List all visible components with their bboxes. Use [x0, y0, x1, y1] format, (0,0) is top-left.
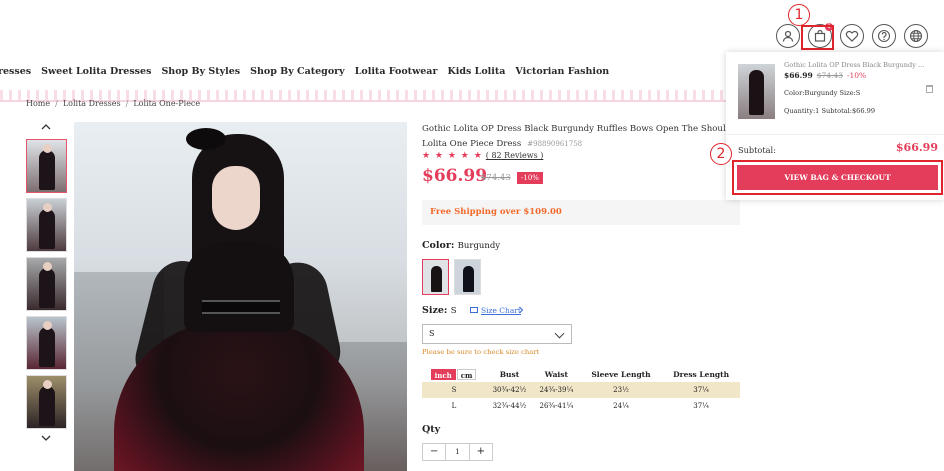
color-swatch-black[interactable] — [454, 259, 481, 295]
cell-length: 37¼ — [693, 402, 709, 410]
cart-item-price: $66.99 $74.43 -10% — [784, 71, 866, 80]
table-row: L 32¾-44½ 26¾-41¼ 24¼ 37¼ — [422, 398, 740, 414]
quantity-stepper: − 1 + — [422, 443, 493, 461]
thumbnail-3[interactable] — [26, 257, 67, 311]
cell-waist: 26¾-41¼ — [539, 402, 574, 410]
product-old-price: $74.43 — [481, 173, 511, 183]
table-row: S 30¾-42½ 24¾-39¼ 23½ 37¼ — [422, 382, 740, 398]
breadcrumb-home[interactable]: Home — [26, 99, 50, 108]
cart-item-old-price: $74.43 — [816, 71, 843, 80]
cell-size: L — [451, 402, 457, 410]
col-bust: Bust — [499, 369, 520, 379]
breadcrumb-one-piece[interactable]: Lolita One-Piece — [133, 99, 200, 108]
cart-item-image[interactable] — [738, 64, 775, 119]
thumbs-down-chevron-icon[interactable] — [40, 432, 52, 444]
thumbnail-list — [26, 139, 67, 429]
unit-toggle: inch cm — [422, 366, 486, 382]
nav-item-styles[interactable]: Shop By Styles — [161, 66, 240, 77]
globe-icon[interactable] — [904, 24, 928, 48]
size-chart-label: Size Chart — [481, 306, 521, 315]
thumbnail-4[interactable] — [26, 316, 67, 370]
cart-item-name[interactable]: Gothic Lolita OP Dress Black Burgundy ..… — [784, 61, 924, 69]
breadcrumb-dresses[interactable]: Lolita Dresses — [63, 99, 121, 108]
qty-minus-button[interactable]: − — [423, 444, 445, 460]
col-sleeve: Sleeve Length — [591, 369, 651, 379]
breadcrumb: Home / Lolita Dresses / Lolita One-Piece — [26, 99, 201, 108]
cell-sleeve: 24¼ — [613, 402, 629, 410]
heart-icon[interactable] — [840, 24, 864, 48]
checkout-highlight-box — [732, 160, 943, 195]
product-title: Gothic Lolita OP Dress Black Burgundy Ru… — [422, 124, 730, 134]
size-note: Please be sure to check size chart — [422, 348, 540, 356]
thumbnail-2[interactable] — [26, 198, 67, 252]
size-select[interactable]: S — [422, 324, 572, 344]
step-marker-2: 2 — [710, 143, 732, 165]
size-table: inch cm Bust Waist Sleeve Length Dress Le… — [422, 366, 740, 414]
color-label: Color: Burgundy — [422, 240, 500, 251]
rating-stars: ★ ★ ★ ★ ★( 82 Reviews ) — [422, 151, 543, 161]
size-label-text: Size: — [422, 305, 448, 316]
cart-subtotal-value: $66.99 — [895, 141, 938, 154]
cart-item-price-value: $66.99 — [784, 71, 813, 80]
help-icon[interactable] — [872, 24, 896, 48]
header-icons: 1 — [776, 23, 928, 48]
main-nav: resses Sweet Lolita Dresses Shop By Styl… — [0, 66, 609, 77]
cell-size: S — [422, 382, 486, 398]
user-icon[interactable] — [776, 24, 800, 48]
product-type: Lolita One Piece Dress — [422, 139, 522, 149]
qty-input[interactable]: 1 — [445, 444, 470, 460]
cart-item-discount: -10% — [846, 71, 867, 80]
size-value: S — [450, 306, 457, 316]
size-chart-chevron-icon — [519, 306, 524, 314]
reviews-link[interactable]: ( 82 Reviews ) — [486, 151, 544, 160]
size-table-header: inch cm Bust Waist Sleeve Length Dress Le… — [422, 366, 740, 382]
col-waist: Waist — [544, 369, 568, 379]
product-price: $66.99 — [422, 166, 488, 186]
nav-item-footwear[interactable]: Lolita Footwear — [355, 66, 438, 77]
nav-item-sweet-lolita[interactable]: Sweet Lolita Dresses — [41, 66, 151, 77]
main-product-image — [74, 122, 407, 471]
unit-cm[interactable]: cm — [456, 368, 477, 380]
chevron-down-icon — [554, 328, 565, 339]
cart-item-options: Color:Burgundy Size:S — [784, 89, 861, 97]
product-sku: #98890961758 — [527, 140, 583, 148]
cell-length: 37¼ — [662, 382, 740, 398]
nav-item-dresses[interactable]: resses — [0, 66, 31, 77]
unit-inch[interactable]: inch — [430, 368, 456, 380]
cell-waist: 24¾-39¼ — [532, 382, 580, 398]
size-chart-link[interactable]: Size Chart — [470, 306, 521, 315]
color-swatch-burgundy[interactable] — [422, 259, 449, 295]
qty-plus-button[interactable]: + — [470, 444, 492, 460]
cell-bust: 32¾-44½ — [492, 402, 527, 410]
thumbs-up-chevron-icon[interactable] — [40, 121, 52, 133]
cart-item-qty-subtotal: Quantity:1 Subtotal:$66.99 — [784, 107, 876, 115]
star-icons: ★ ★ ★ ★ ★ — [422, 151, 483, 161]
color-value: Burgundy — [457, 241, 501, 251]
size-select-value: S — [429, 329, 435, 338]
discount-badge: -10% — [517, 172, 543, 184]
size-label: Size: S — [422, 305, 457, 316]
cart-subtotal-label: Subtotal: — [738, 145, 776, 155]
col-length: Dress Length — [673, 369, 730, 379]
nav-item-category[interactable]: Shop By Category — [250, 66, 345, 77]
color-label-text: Color: — [422, 240, 455, 251]
bag-highlight-box — [801, 25, 834, 50]
thumbnail-5[interactable] — [26, 375, 67, 429]
product-subtitle: Lolita One Piece Dress #98890961758 — [422, 139, 582, 149]
step-marker-1: 1 — [788, 4, 810, 26]
cart-divider — [726, 134, 944, 135]
qty-label: Qty — [422, 424, 441, 435]
thumbnail-1[interactable] — [26, 139, 67, 193]
cell-sleeve: 23½ — [579, 382, 663, 398]
cell-bust: 30¾-42½ — [486, 382, 533, 398]
free-shipping-banner: Free Shipping over $109.00 — [422, 200, 740, 225]
nav-item-victorian[interactable]: Victorian Fashion — [515, 66, 609, 77]
trash-icon[interactable] — [926, 85, 933, 93]
nav-item-kids[interactable]: Kids Lolita — [447, 66, 505, 77]
ruler-icon — [470, 307, 478, 313]
